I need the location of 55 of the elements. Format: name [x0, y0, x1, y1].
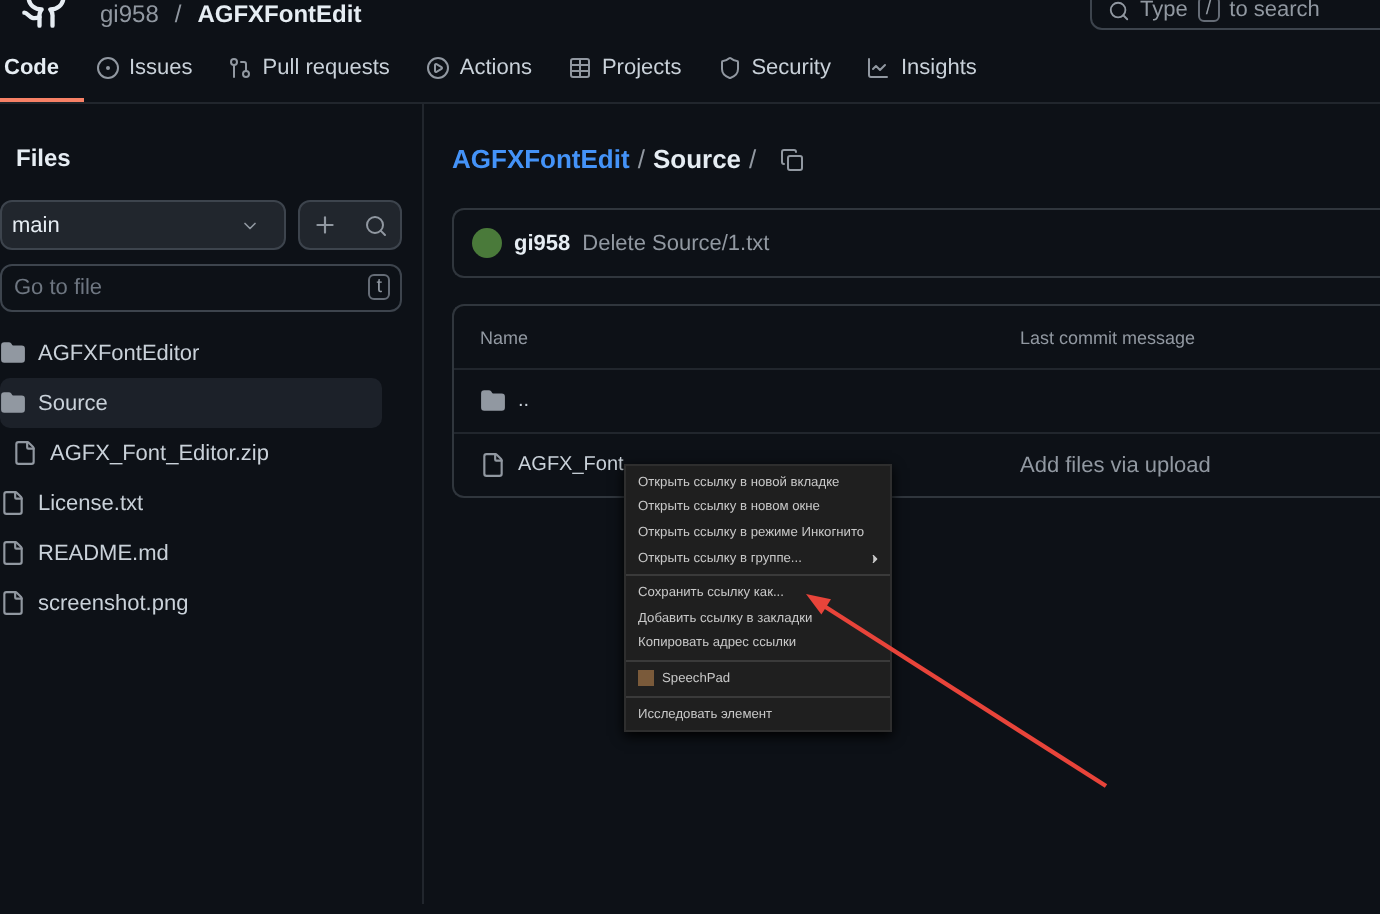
folder-name: Source: [652, 144, 742, 174]
file-tree-item[interactable]: Source: [0, 378, 382, 428]
pull-request-icon: [228, 55, 253, 79]
repo-tab[interactable]: Actions: [413, 36, 556, 102]
file-icon: [0, 490, 26, 516]
column-header: Name: [478, 327, 531, 347]
file-icon: [0, 590, 26, 616]
file-tree-item[interactable]: screenshot.png: [0, 578, 382, 628]
file-tree-item[interactable]: AGFX_Font_Editor.zip: [0, 428, 382, 478]
search-placeholder: to search: [1229, 0, 1320, 22]
file-tree-item[interactable]: AGFXFontEditor: [0, 328, 382, 378]
search-field[interactable]: Type / to search: [1090, 0, 1380, 30]
search-placeholder: Type: [1140, 0, 1188, 22]
search-icon: [1108, 0, 1130, 22]
search-icon: [363, 213, 387, 237]
column-header: Last commit message: [1020, 327, 1198, 347]
copy-icon[interactable]: [780, 147, 805, 171]
play-icon: [425, 55, 450, 79]
repo-tab[interactable]: Code: [0, 36, 83, 102]
circle-dot-icon: [95, 55, 119, 79]
folder-icon: [0, 390, 26, 416]
files-title: Files: [14, 144, 73, 172]
shortcut-key: /: [1197, 0, 1220, 22]
file-tree-item[interactable]: README.md: [0, 528, 382, 578]
graph-icon: [866, 55, 891, 79]
plus-icon: [312, 212, 338, 238]
repo-link[interactable]: AGFXFontEdit: [197, 0, 362, 28]
file-tree-item[interactable]: License.txt: [0, 478, 382, 528]
file-icon: [12, 440, 38, 466]
commit-author[interactable]: gi958: [514, 231, 571, 255]
repo-tab[interactable]: Pull requests: [216, 36, 414, 102]
repo-tab[interactable]: Issues: [83, 36, 217, 102]
avatar: [472, 228, 502, 258]
submenu-arrow-icon: [868, 551, 882, 566]
owner-link[interactable]: gi958: [100, 0, 159, 28]
repo-tab[interactable]: Projects: [555, 36, 706, 102]
file-icon: [0, 540, 26, 566]
repo-tab[interactable]: Insights: [854, 36, 1001, 102]
shortcut-key: t: [368, 274, 390, 300]
commit-message[interactable]: Delete Source/1.txt: [582, 231, 770, 255]
file-name-cell[interactable]: AGFX_Font: [454, 452, 1020, 478]
path-separator: /: [637, 144, 645, 174]
file-icon: [480, 452, 506, 478]
table-icon: [567, 55, 592, 79]
repo-tab[interactable]: Security: [705, 36, 855, 102]
extension-icon: [638, 670, 654, 687]
path-separator: /: [749, 144, 757, 174]
folder-icon: [0, 340, 26, 366]
folder-icon: [480, 388, 506, 414]
branch-select[interactable]: main: [0, 200, 286, 250]
path-separator: /: [174, 0, 182, 28]
repo-link[interactable]: AGFXFontEdit: [452, 144, 630, 174]
shield-icon: [717, 55, 742, 79]
file-name-cell[interactable]: ..: [454, 388, 1020, 414]
commit-message-cell[interactable]: Add files via upload: [1020, 453, 1380, 477]
